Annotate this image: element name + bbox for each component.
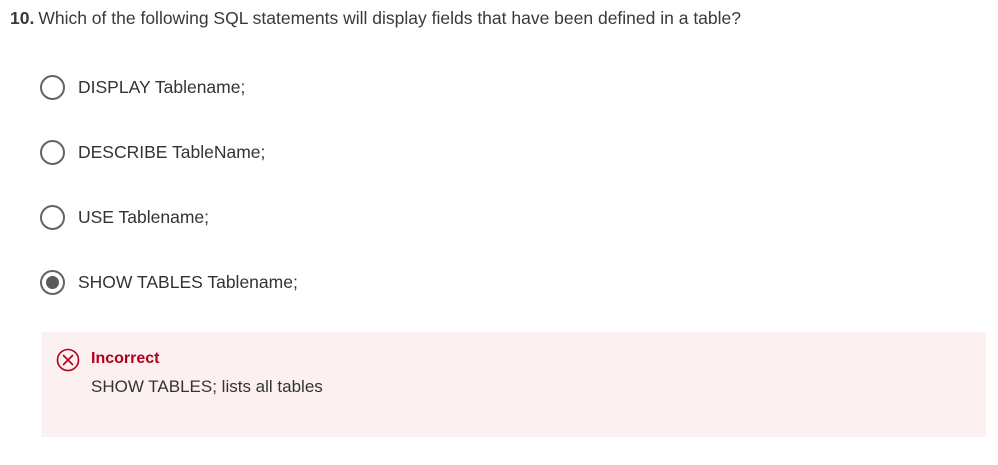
answer-option-show-tables[interactable]: SHOW TABLES Tablename; — [40, 268, 298, 296]
feedback-explanation: SHOW TABLES; lists all tables — [91, 377, 323, 396]
question-text-line: 10. Which of the following SQL statements… — [10, 6, 741, 30]
radio-selected-dot — [46, 275, 59, 289]
option-label: DESCRIBE TableName; — [78, 141, 266, 162]
feedback-status: Incorrect — [91, 350, 160, 367]
option-label: USE Tablename; — [78, 206, 210, 227]
x-circle-icon — [56, 348, 80, 372]
radio-button-icon[interactable] — [40, 269, 65, 295]
question-number: 10. — [10, 8, 35, 28]
radio-button-icon[interactable] — [40, 74, 65, 100]
answer-option-use[interactable]: USE Tablename; — [40, 203, 209, 231]
answer-option-describe[interactable]: DESCRIBE TableName; — [40, 138, 265, 166]
radio-button-icon[interactable] — [40, 204, 65, 230]
quiz-question-card: 10. Which of the following SQL statements… — [0, 0, 998, 465]
answer-option-display[interactable]: DISPLAY Tablename; — [40, 73, 245, 101]
option-label: SHOW TABLES Tablename; — [78, 271, 298, 292]
option-label: DISPLAY Tablename; — [78, 76, 246, 97]
question-text: Which of the following SQL statements wi… — [38, 8, 742, 28]
radio-button-icon[interactable] — [40, 139, 65, 165]
feedback-panel: Incorrect SHOW TABLES; lists all tables — [41, 332, 986, 437]
